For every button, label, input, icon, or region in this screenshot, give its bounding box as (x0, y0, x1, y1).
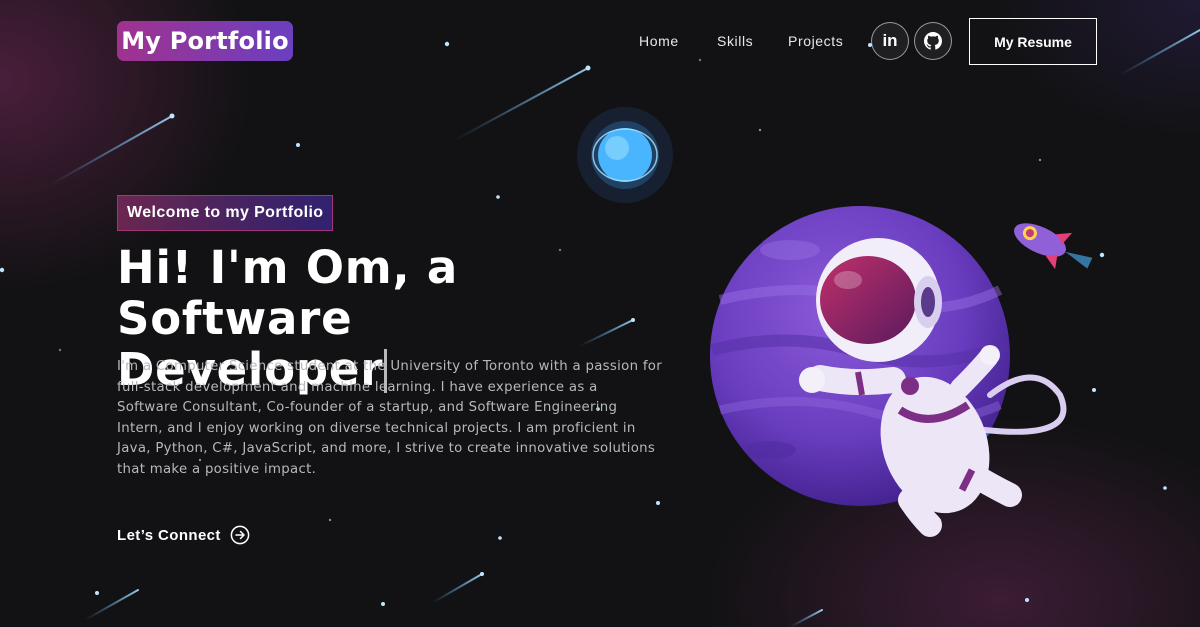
linkedin-icon: in (882, 31, 898, 50)
github-icon (924, 32, 942, 50)
astronaut-illustration (710, 206, 1093, 537)
rocket (1014, 223, 1093, 270)
hero-description: I'm a Computer Science student at the Un… (117, 359, 663, 477)
blue-orb (577, 107, 673, 203)
connect-button[interactable]: Let’s Connect (117, 525, 250, 545)
nav-home[interactable]: Home (639, 33, 679, 49)
nav-skills[interactable]: Skills (717, 33, 753, 49)
arrow-right-circle-icon (230, 525, 250, 545)
resume-button[interactable]: My Resume (969, 18, 1097, 65)
welcome-tagline: Welcome to my Portfolio (117, 195, 334, 231)
site-logo[interactable]: My Portfolio (117, 21, 293, 61)
linkedin-button[interactable]: in (871, 22, 909, 60)
github-button[interactable] (914, 22, 952, 60)
connect-label: Let’s Connect (117, 526, 221, 544)
headline-line-1: Hi! I'm Om, a Software (117, 241, 459, 345)
nav-projects[interactable]: Projects (788, 33, 843, 49)
